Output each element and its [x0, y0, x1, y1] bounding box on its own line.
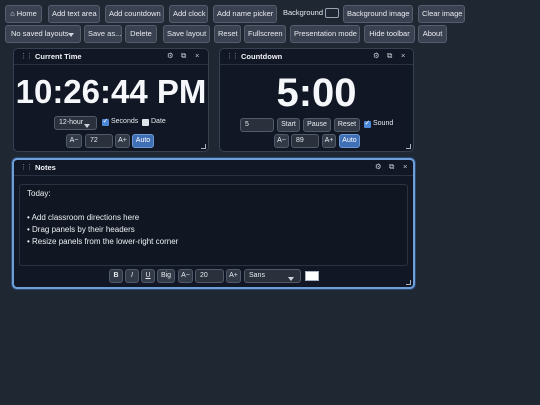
save-layout-button[interactable]: Save layout — [163, 25, 210, 43]
notes-text-color-picker[interactable] — [305, 271, 319, 281]
settings-icon[interactable]: ⚙ — [373, 51, 380, 60]
clock-font-increase-button[interactable]: A+ — [115, 134, 130, 148]
drag-handle-icon[interactable]: ⋮⋮ — [20, 163, 33, 171]
notes-font-family-select[interactable]: Sans — [244, 269, 301, 283]
notes-font-decrease-button[interactable]: A− — [178, 269, 193, 283]
background-color-picker[interactable] — [325, 8, 339, 18]
saved-layouts-select[interactable]: No saved layouts — [5, 25, 81, 43]
bold-button[interactable]: B — [109, 269, 123, 283]
countdown-minutes-input[interactable]: 5 — [240, 118, 274, 132]
sound-label: Sound — [373, 120, 394, 127]
notes-line: Today: — [27, 189, 51, 198]
notes-panel-header[interactable]: ⋮⋮ Notes ⚙ ⧉ × — [14, 160, 413, 176]
clock-panel-header[interactable]: ⋮⋮ Current Time ⚙ ⧉ × — [14, 49, 208, 65]
clock-auto-size-button[interactable]: Auto — [132, 134, 154, 148]
seconds-label: Seconds — [111, 118, 139, 125]
countdown-font-decrease-button[interactable]: A− — [274, 134, 289, 148]
reset-button[interactable]: Reset — [214, 25, 241, 43]
date-label: Date — [151, 118, 166, 125]
seconds-checkbox[interactable] — [102, 117, 109, 126]
countdown-display: 5:00 — [276, 71, 357, 115]
clock-time-display: 10:26:44 PM — [15, 73, 207, 110]
background-image-button[interactable]: Background image — [343, 5, 413, 23]
drag-handle-icon[interactable]: ⋮⋮ — [226, 52, 239, 60]
close-icon[interactable]: × — [401, 51, 405, 60]
add-clock-button[interactable]: Add clock — [169, 5, 208, 23]
delete-layout-button[interactable]: Delete — [125, 25, 157, 43]
notes-line: • Drag panels by their headers — [27, 225, 135, 234]
countdown-start-button[interactable]: Start — [277, 118, 300, 132]
fullscreen-button[interactable]: Fullscreen — [244, 25, 286, 43]
presentation-mode-button[interactable]: Presentation mode — [290, 25, 360, 43]
add-countdown-button[interactable]: Add countdown — [105, 5, 164, 23]
notes-text-editor[interactable]: Today: • Add classroom directions here •… — [19, 184, 408, 266]
sound-checkbox[interactable] — [364, 119, 371, 128]
resize-handle-icon[interactable] — [201, 144, 206, 149]
date-checkbox[interactable] — [142, 119, 149, 126]
countdown-panel: ⋮⋮ Countdown ⚙ ⧉ × 5:00 5 Start Pause Re… — [219, 48, 414, 152]
duplicate-icon[interactable]: ⧉ — [389, 162, 394, 172]
countdown-panel-title: Countdown — [241, 52, 283, 61]
notes-line: • Resize panels from the lower-right cor… — [27, 237, 179, 246]
clear-image-button[interactable]: Clear image — [418, 5, 465, 23]
settings-icon[interactable]: ⚙ — [375, 162, 382, 171]
countdown-reset-button[interactable]: Reset — [334, 118, 360, 132]
notes-panel-title: Notes — [35, 163, 56, 172]
notes-panel: ⋮⋮ Notes ⚙ ⧉ × Today: • Add classroom di… — [12, 158, 415, 289]
duplicate-icon[interactable]: ⧉ — [181, 51, 186, 61]
about-button[interactable]: About — [418, 25, 447, 43]
countdown-panel-header[interactable]: ⋮⋮ Countdown ⚙ ⧉ × — [220, 49, 413, 65]
drag-handle-icon[interactable]: ⋮⋮ — [20, 52, 33, 60]
countdown-font-size-input[interactable]: 89 — [291, 134, 319, 148]
countdown-pause-button[interactable]: Pause — [303, 118, 331, 132]
clock-font-decrease-button[interactable]: A− — [66, 134, 82, 148]
notes-line: • Add classroom directions here — [27, 213, 140, 222]
underline-button[interactable]: U — [141, 269, 155, 283]
resize-handle-icon[interactable] — [406, 280, 411, 285]
home-button[interactable]: ⌂ Home — [5, 5, 42, 23]
clock-panel-title: Current Time — [35, 52, 82, 61]
notes-font-size-input[interactable]: 20 — [195, 269, 224, 283]
save-as-button[interactable]: Save as... — [84, 25, 122, 43]
countdown-auto-size-button[interactable]: Auto — [339, 134, 360, 148]
duplicate-icon[interactable]: ⧉ — [387, 51, 392, 61]
big-text-button[interactable]: Big — [157, 269, 175, 283]
close-icon[interactable]: × — [403, 162, 407, 171]
notes-font-increase-button[interactable]: A+ — [226, 269, 241, 283]
close-icon[interactable]: × — [195, 51, 199, 60]
countdown-font-increase-button[interactable]: A+ — [322, 134, 336, 148]
clock-font-size-input[interactable]: 72 — [85, 134, 113, 148]
italic-button[interactable]: I — [125, 269, 139, 283]
clock-format-select[interactable]: 12-hour — [54, 116, 97, 130]
add-name-picker-button[interactable]: Add name picker — [213, 5, 277, 23]
add-text-area-button[interactable]: Add text area — [48, 5, 100, 23]
background-label: Background — [283, 8, 324, 17]
hide-toolbar-button[interactable]: Hide toolbar — [364, 25, 415, 43]
settings-icon[interactable]: ⚙ — [167, 51, 174, 60]
clock-panel: ⋮⋮ Current Time ⚙ ⧉ × 10:26:44 PM 12-hou… — [13, 48, 209, 152]
resize-handle-icon[interactable] — [406, 144, 411, 149]
